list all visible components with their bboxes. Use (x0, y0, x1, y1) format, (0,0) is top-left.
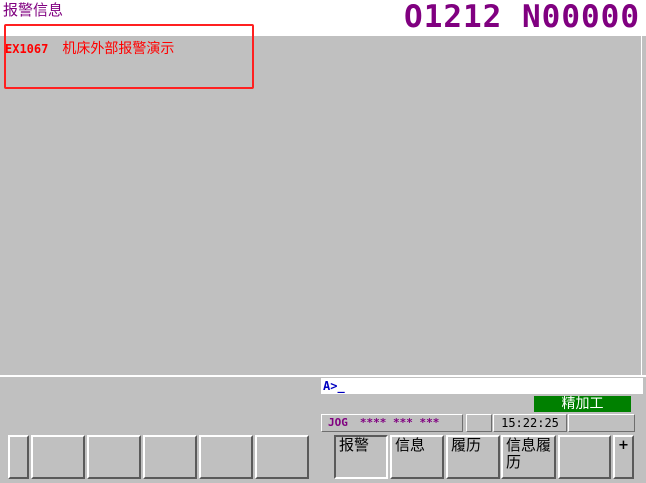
status-blank-cell (466, 414, 492, 432)
status-blank-cell-right (568, 414, 635, 432)
softkey-1-button[interactable] (31, 435, 85, 479)
program-number: O1212 N00000 (404, 0, 640, 35)
softkey-info-button[interactable]: 信息 (390, 435, 444, 479)
cnc-screen: 报警信息 O1212 N00000 EX1067 机床外部报警演示 A>_ 精加工… (0, 0, 646, 483)
alarm-highlight-box (4, 24, 254, 89)
softkey-next-button[interactable]: + (613, 435, 634, 479)
softkey-5-button[interactable] (255, 435, 309, 479)
softkey-info-history-button[interactable]: 信息履历 (501, 435, 556, 479)
clock: 15:22:25 (493, 414, 567, 432)
status-row: JOG **** *** *** 15:22:25 (321, 414, 635, 432)
mode-label: JOG (328, 416, 348, 429)
finish-machining-badge: 精加工 (534, 396, 631, 412)
softkey-return-button[interactable] (8, 435, 29, 479)
mode-indicator: **** *** *** (359, 416, 440, 429)
softkey-3-button[interactable] (143, 435, 197, 479)
mode-status: JOG **** *** *** (321, 414, 463, 432)
key-input-line[interactable]: A>_ (321, 378, 643, 394)
screen-title: 报警信息 (3, 1, 64, 19)
divider (0, 375, 646, 377)
softkey-history-button[interactable]: 履历 (446, 435, 500, 479)
softkey-blank-button[interactable] (558, 435, 611, 479)
softkey-2-button[interactable] (87, 435, 141, 479)
softkey-alarm-button[interactable]: 报警 (334, 435, 388, 479)
softkey-4-button[interactable] (199, 435, 253, 479)
